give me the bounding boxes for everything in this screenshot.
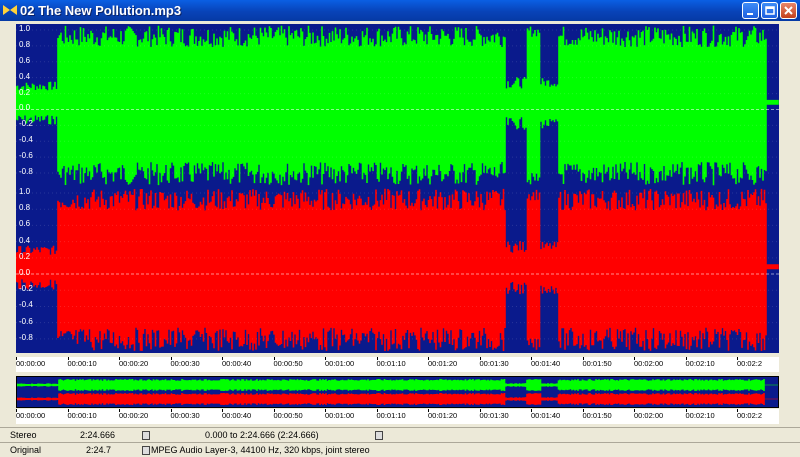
waveform-left-channel[interactable]: [16, 24, 779, 187]
time-tick-label: 00:02:00: [634, 359, 664, 368]
y-tick-label: 1.0: [19, 24, 31, 33]
time-tick-label: 00:02:00: [634, 411, 664, 420]
y-tick-label: -0.4: [19, 135, 33, 145]
overview-left-trace: [17, 379, 778, 391]
time-tick-label: 00:02:2: [737, 359, 763, 368]
time-tick-label: 00:01:40: [531, 359, 561, 368]
minimize-icon: [747, 13, 753, 15]
time-tick-label: 00:00:00: [16, 411, 46, 420]
current-duration: 2:24.666: [80, 430, 116, 440]
y-axis-left-channel: 1.0 0.8 0.6 0.4 0.2 0.0 -0.2 -0.4 -0.6 -0.8: [16, 24, 56, 187]
y-tick-label: 0.0: [19, 268, 31, 278]
maximize-icon: [765, 6, 775, 15]
waveform-right-channel[interactable]: [16, 187, 779, 353]
time-tick-label: 00:01:50: [582, 359, 612, 368]
time-tick-label: 00:00:30: [170, 359, 200, 368]
close-button[interactable]: [780, 2, 797, 19]
time-tick-label: 00:02:2: [737, 411, 763, 420]
y-tick-label: -0.6: [19, 316, 33, 326]
minimize-button[interactable]: [742, 2, 759, 19]
time-tick-label: 00:01:30: [479, 411, 509, 420]
time-tick-label: 00:00:30: [170, 411, 200, 420]
y-tick-label: 0.2: [19, 87, 31, 97]
time-tick-label: 00:01:10: [376, 359, 406, 368]
time-tick-label: 00:00:40: [222, 359, 252, 368]
overview-plot: [17, 379, 778, 405]
app-icon: [3, 5, 17, 15]
time-tick-label: 00:00:20: [119, 411, 149, 420]
y-tick-label: 0.6: [19, 219, 31, 229]
duration-icon: [142, 431, 150, 440]
time-tick-label: 00:00:50: [273, 359, 303, 368]
y-tick-label: -0.2: [19, 284, 33, 294]
time-tick-label: 00:00:40: [222, 411, 252, 420]
y-tick-label: -0.2: [19, 119, 33, 129]
y-tick-label: -0.6: [19, 151, 33, 161]
timeline-overview[interactable]: 00:00:00 00:00:10 00:00:20 00:00:30 00:00:40…: [16, 409, 779, 424]
editor-frame: 1.0 0.8 0.6 0.4 0.2 0.0 -0.2 -0.4 -0.6 -0.8 1.0 0.…: [0, 21, 800, 426]
format-info: MPEG Audio Layer-3, 44100 Hz, 320 kbps, …: [151, 445, 370, 455]
status-row-original: Original 2:24.7 MPEG Audio Layer-3, 4410…: [0, 442, 800, 457]
y-axis-right-channel: 1.0 0.8 0.6 0.4 0.2 0.0 -0.2 -0.4 -0.6 -0.8: [16, 187, 56, 353]
selection-icon: [375, 431, 383, 440]
time-tick-label: 00:00:50: [273, 411, 303, 420]
time-tick-label: 00:02:10: [685, 359, 715, 368]
format-icon: [142, 446, 150, 455]
waveform-left-plot: [16, 25, 779, 186]
time-tick-label: 00:02:10: [685, 411, 715, 420]
overview-right-trace: [17, 393, 778, 405]
y-tick-label: 0.4: [19, 71, 31, 81]
selection-range: 0.000 to 2:24.666 (2:24.666): [205, 430, 319, 440]
y-tick-label: 0.4: [19, 235, 31, 245]
status-row-current: Stereo 2:24.666 0.000 to 2:24.666 (2:24.…: [0, 427, 800, 442]
y-tick-label: 1.0: [19, 187, 31, 196]
time-tick-label: 00:00:00: [16, 359, 46, 368]
time-tick-label: 00:01:10: [376, 411, 406, 420]
y-tick-label: 0.8: [19, 203, 31, 213]
y-tick-label: -0.8: [19, 332, 33, 342]
time-tick-label: 00:00:20: [119, 359, 149, 368]
original-duration: 2:24.7: [86, 445, 112, 455]
y-tick-label: 0.8: [19, 39, 31, 49]
time-tick-label: 00:01:20: [428, 411, 458, 420]
window-title: 02 The New Pollution.mp3: [20, 3, 182, 18]
time-tick-label: 00:00:10: [67, 411, 97, 420]
timeline-main[interactable]: 00:00:00 00:00:10 00:00:20 00:00:30 00:00:40…: [16, 357, 779, 372]
left-channel-trace: [16, 25, 779, 186]
y-tick-label: 0.0: [19, 103, 31, 113]
original-label: Original: [10, 445, 42, 455]
time-tick-label: 00:01:30: [479, 359, 509, 368]
time-tick-label: 00:01:40: [531, 411, 561, 420]
time-tick-label: 00:01:50: [582, 411, 612, 420]
overview-waveform[interactable]: [16, 376, 779, 408]
time-tick-label: 00:01:20: [428, 359, 458, 368]
maximize-button[interactable]: [761, 2, 778, 19]
y-tick-label: 0.6: [19, 55, 31, 65]
y-tick-label: 0.2: [19, 251, 31, 261]
title-bar: 02 The New Pollution.mp3: [0, 0, 800, 21]
time-tick-label: 00:01:00: [325, 411, 355, 420]
y-tick-label: -0.8: [19, 167, 33, 177]
time-tick-label: 00:01:00: [325, 359, 355, 368]
waveform-right-plot: [16, 188, 779, 351]
channel-mode: Stereo: [10, 430, 37, 440]
close-icon: [784, 6, 793, 15]
y-tick-label: -0.4: [19, 300, 33, 310]
time-tick-label: 00:00:10: [67, 359, 97, 368]
right-channel-trace: [16, 188, 779, 351]
